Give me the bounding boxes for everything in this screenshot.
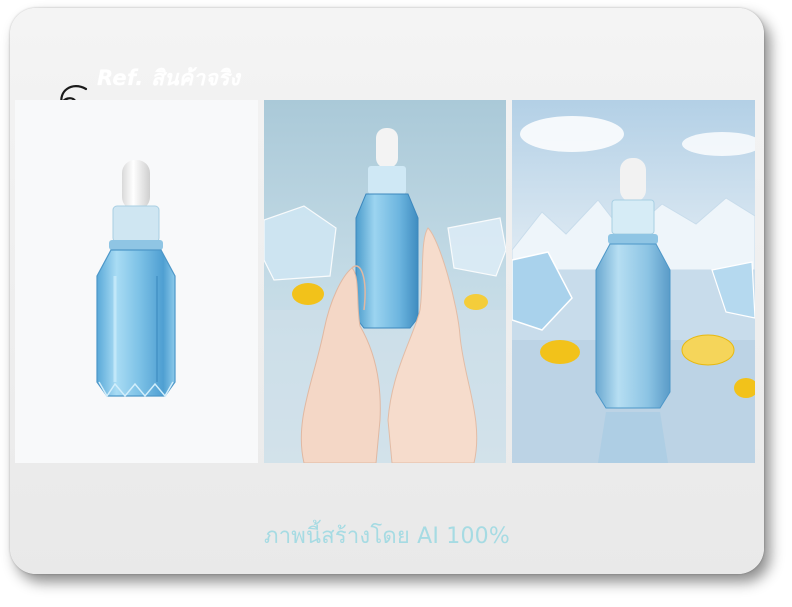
ai-generated-caption: ภาพนี้สร้างโดย AI 100% [264,524,510,549]
hands-with-bottle-icon [264,100,506,463]
image-card: Ref. สินค้าจริง ภาพนี้สร้างโดย AI 100% [10,8,764,574]
product-reference-photo [15,100,258,463]
ref-label: Ref. สินค้าจริง [97,66,241,90]
bottle-on-ice-icon [512,100,755,463]
hands-holding-bottle-scene [264,100,506,463]
ice-landscape-scene [512,100,755,463]
dropper-bottle-icon [15,100,258,463]
